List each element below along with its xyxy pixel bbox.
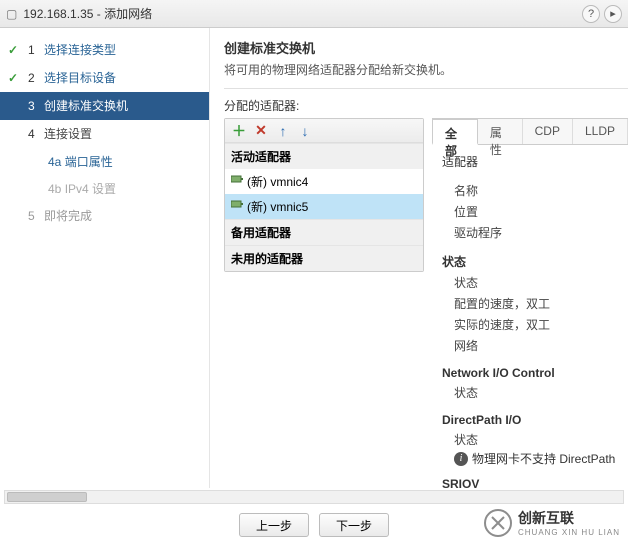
tab-body: 适配器 名称 位置 驱动程序 状态 状态 配置的速度，双工 实际的速度，双工 网… — [432, 145, 628, 501]
back-button[interactable]: 上一步 — [239, 513, 309, 537]
wizard-nav: ✓ 1 选择连接类型 ✓ 2 选择目标设备 3 创建标准交换机 4 连接设置 4… — [0, 28, 210, 488]
adapter-label: (新) vmnic4 — [247, 175, 308, 189]
substep-id: 4b — [48, 182, 61, 196]
remove-adapter-button[interactable]: ✕ — [253, 123, 269, 139]
nioc-group: Network I/O Control — [442, 366, 618, 380]
brand-name-pinyin: CHUANG XIN HU LIAN — [518, 528, 620, 537]
substep-label: 端口属性 — [65, 155, 113, 169]
wizard-step-1[interactable]: ✓ 1 选择连接类型 — [0, 36, 209, 64]
step-num: 5 — [28, 209, 35, 223]
step-label: 选择目标设备 — [44, 71, 116, 85]
properties-pane: 全部 属性 CDP LLDP 适配器 名称 位置 驱动程序 状态 状态 配 — [432, 118, 628, 501]
tab-properties[interactable]: 属性 — [478, 119, 523, 144]
nic-icon — [231, 173, 243, 187]
unused-adapters-header: 未用的适配器 — [225, 245, 423, 271]
status-group: 状态 — [442, 253, 618, 270]
wizard-substep-4b: 4b IPv4 设置 — [0, 175, 209, 202]
check-icon: ✓ — [8, 42, 18, 58]
substep-id: 4a — [48, 155, 61, 169]
step-label: 选择连接类型 — [44, 43, 116, 57]
help-icon[interactable]: ? — [582, 5, 600, 23]
step-num: 2 — [28, 71, 35, 85]
status-label: 状态 — [442, 272, 618, 293]
add-adapter-button[interactable]: ＋ — [231, 123, 247, 139]
next-button[interactable]: 下一步 — [319, 513, 389, 537]
nioc-status-label: 状态 — [442, 382, 618, 403]
info-icon: i — [454, 452, 468, 466]
brand-watermark: 创新互联 CHUANG XIN HU LIAN — [484, 508, 620, 537]
scrollbar-thumb[interactable] — [7, 492, 87, 502]
adapter-toolbar: ＋ ✕ ↑ ↓ — [225, 119, 423, 143]
wizard-step-5[interactable]: 5 即将完成 — [0, 202, 209, 230]
brand-logo-icon — [484, 509, 512, 537]
move-down-button[interactable]: ↓ — [297, 123, 313, 139]
tab-all[interactable]: 全部 — [432, 119, 478, 145]
tab-strip: 全部 属性 CDP LLDP — [432, 119, 628, 145]
tab-lldp[interactable]: LLDP — [573, 119, 628, 144]
step-label: 即将完成 — [44, 209, 92, 223]
step-label: 创建标准交换机 — [44, 99, 128, 113]
step-num: 3 — [28, 99, 35, 113]
step-label: 连接设置 — [44, 127, 92, 141]
step-num: 1 — [28, 43, 35, 57]
adapter-label: (新) vmnic5 — [247, 200, 308, 214]
adapter-section-label: 适配器 — [442, 153, 618, 170]
brand-name-cn: 创新互联 — [518, 508, 620, 528]
location-label: 位置 — [442, 201, 618, 222]
dp-status-label: 状态 — [442, 429, 618, 450]
step-num: 4 — [28, 127, 35, 141]
sriov-group: SRIOV — [442, 477, 618, 491]
window-title: 192.168.1.35 - 添加网络 — [23, 5, 152, 22]
wizard-step-4[interactable]: 4 连接设置 — [0, 120, 209, 148]
act-speed-label: 实际的速度，双工 — [442, 314, 618, 335]
titlebar: ▢ 192.168.1.35 - 添加网络 ? ▸ — [0, 0, 628, 28]
adapter-row-vmnic4[interactable]: (新) vmnic4 — [225, 169, 423, 194]
dp-info: i 物理网卡不支持 DirectPath — [442, 450, 618, 467]
active-adapters-header: 活动适配器 — [225, 143, 423, 169]
move-up-button[interactable]: ↑ — [275, 123, 291, 139]
host-icon: ▢ — [6, 7, 17, 21]
main-area: ✓ 1 选择连接类型 ✓ 2 选择目标设备 3 创建标准交换机 4 连接设置 4… — [0, 28, 628, 488]
content-pane: 创建标准交换机 将可用的物理网络适配器分配给新交换机。 分配的适配器: ＋ ✕ … — [210, 28, 628, 488]
tab-cdp[interactable]: CDP — [523, 119, 573, 144]
substep-label: IPv4 设置 — [65, 182, 116, 196]
name-label: 名称 — [442, 180, 618, 201]
assigned-adapters-label: 分配的适配器: — [224, 97, 628, 114]
standby-adapters-header: 备用适配器 — [225, 219, 423, 245]
expand-icon[interactable]: ▸ — [604, 5, 622, 23]
cfg-speed-label: 配置的速度，双工 — [442, 293, 618, 314]
horizontal-scrollbar[interactable] — [4, 490, 624, 504]
content-subheader: 将可用的物理网络适配器分配给新交换机。 — [224, 61, 628, 78]
dp-info-text: 物理网卡不支持 DirectPath — [472, 450, 615, 467]
network-label: 网络 — [442, 335, 618, 356]
divider — [224, 88, 628, 89]
wizard-step-2[interactable]: ✓ 2 选择目标设备 — [0, 64, 209, 92]
adapter-row-vmnic5[interactable]: (新) vmnic5 — [225, 194, 423, 219]
check-icon: ✓ — [8, 70, 18, 86]
content-header: 创建标准交换机 — [224, 38, 628, 57]
wizard-substep-4a[interactable]: 4a 端口属性 — [0, 148, 209, 175]
wizard-step-3[interactable]: 3 创建标准交换机 — [0, 92, 209, 120]
driver-label: 驱动程序 — [442, 222, 618, 243]
adapter-panel: ＋ ✕ ↑ ↓ 活动适配器 (新) vmnic4 (新) vmnic5 — [224, 118, 424, 272]
nic-icon — [231, 198, 243, 212]
directpath-group: DirectPath I/O — [442, 413, 618, 427]
